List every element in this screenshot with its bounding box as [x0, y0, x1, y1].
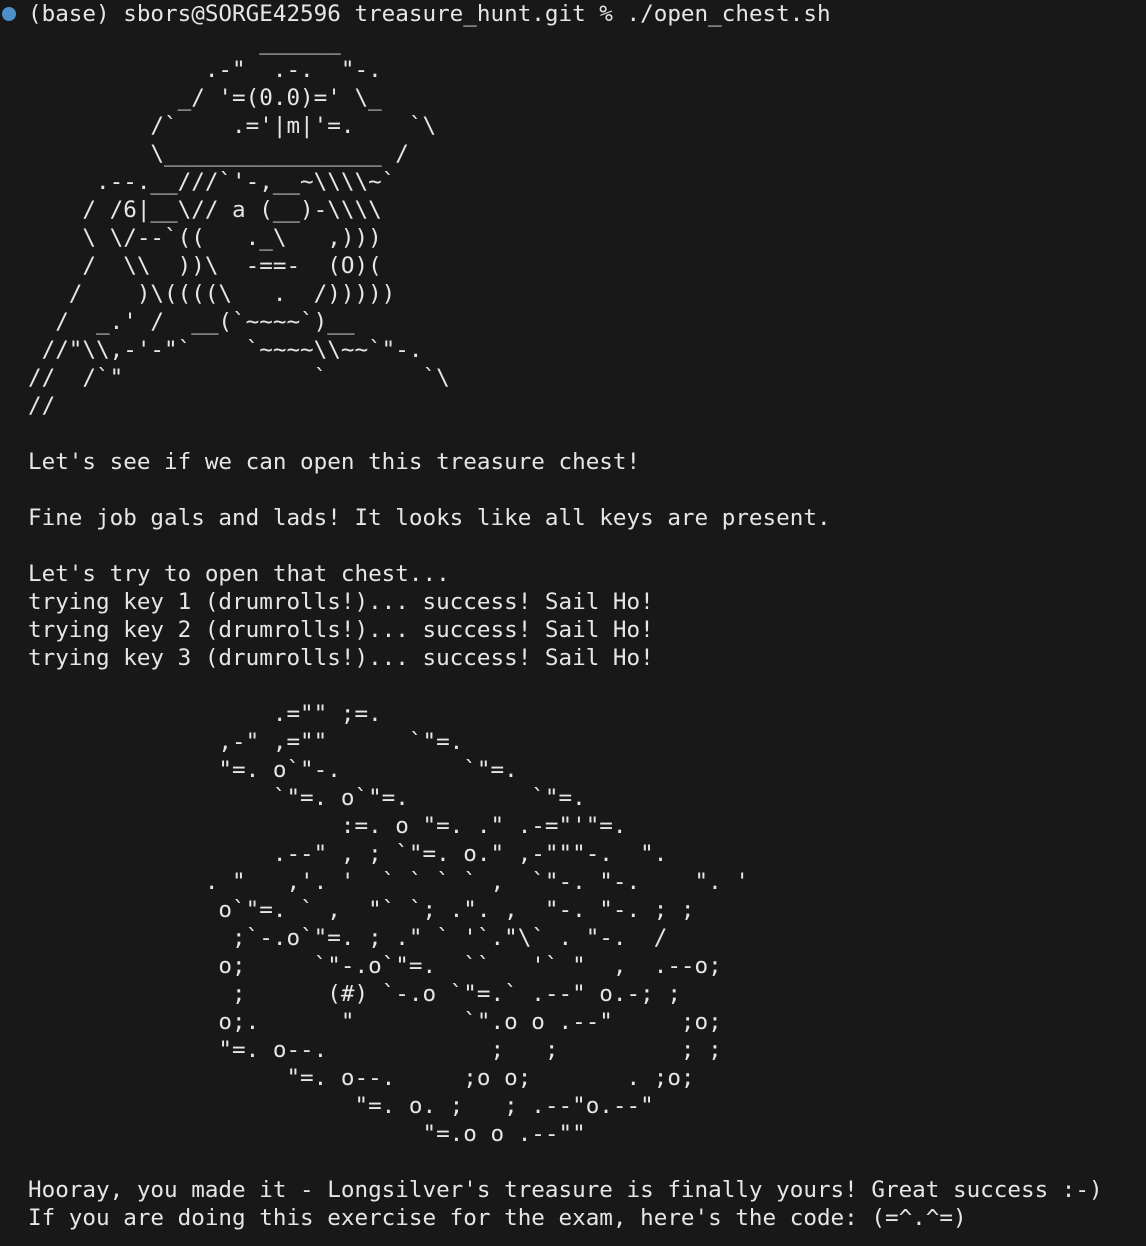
- key-3-result: trying key 3 (drumrolls!)... success! Sa…: [28, 645, 654, 671]
- key-2-result: trying key 2 (drumrolls!)... success! Sa…: [28, 617, 654, 643]
- exam-code-message: If you are doing this exercise for the e…: [28, 1205, 967, 1231]
- command-status-dot-icon[interactable]: [2, 7, 16, 21]
- intro-message: Let's see if we can open this treasure c…: [28, 449, 641, 475]
- script-output: ______ .-" .-. "-. _/ '=(0.0)=' \_ /` .=…: [28, 28, 1103, 1232]
- pirate-ascii-art: ______ .-" .-. "-. _/ '=(0.0)=' \_ /` .=…: [28, 29, 450, 419]
- prompt-command: ./open_chest.sh: [626, 1, 831, 27]
- treasure-chest-ascii-art: .="" ;=. ,-" ,="" `"=. "=. o`"-. `"=. `"…: [204, 701, 749, 1147]
- keys-present-message: Fine job gals and lads! It looks like al…: [28, 505, 831, 531]
- prompt-text: (base) sbors@SORGE42596 treasure_hunt.gi…: [28, 1, 627, 27]
- key-1-result: trying key 1 (drumrolls!)... success! Sa…: [28, 589, 654, 615]
- terminal-window[interactable]: (base) sbors@SORGE42596 treasure_hunt.gi…: [0, 0, 1146, 1246]
- trying-message: Let's try to open that chest...: [28, 561, 450, 587]
- prompt-line: (base) sbors@SORGE42596 treasure_hunt.gi…: [0, 0, 831, 28]
- hooray-message: Hooray, you made it - Longsilver's treas…: [28, 1177, 1103, 1203]
